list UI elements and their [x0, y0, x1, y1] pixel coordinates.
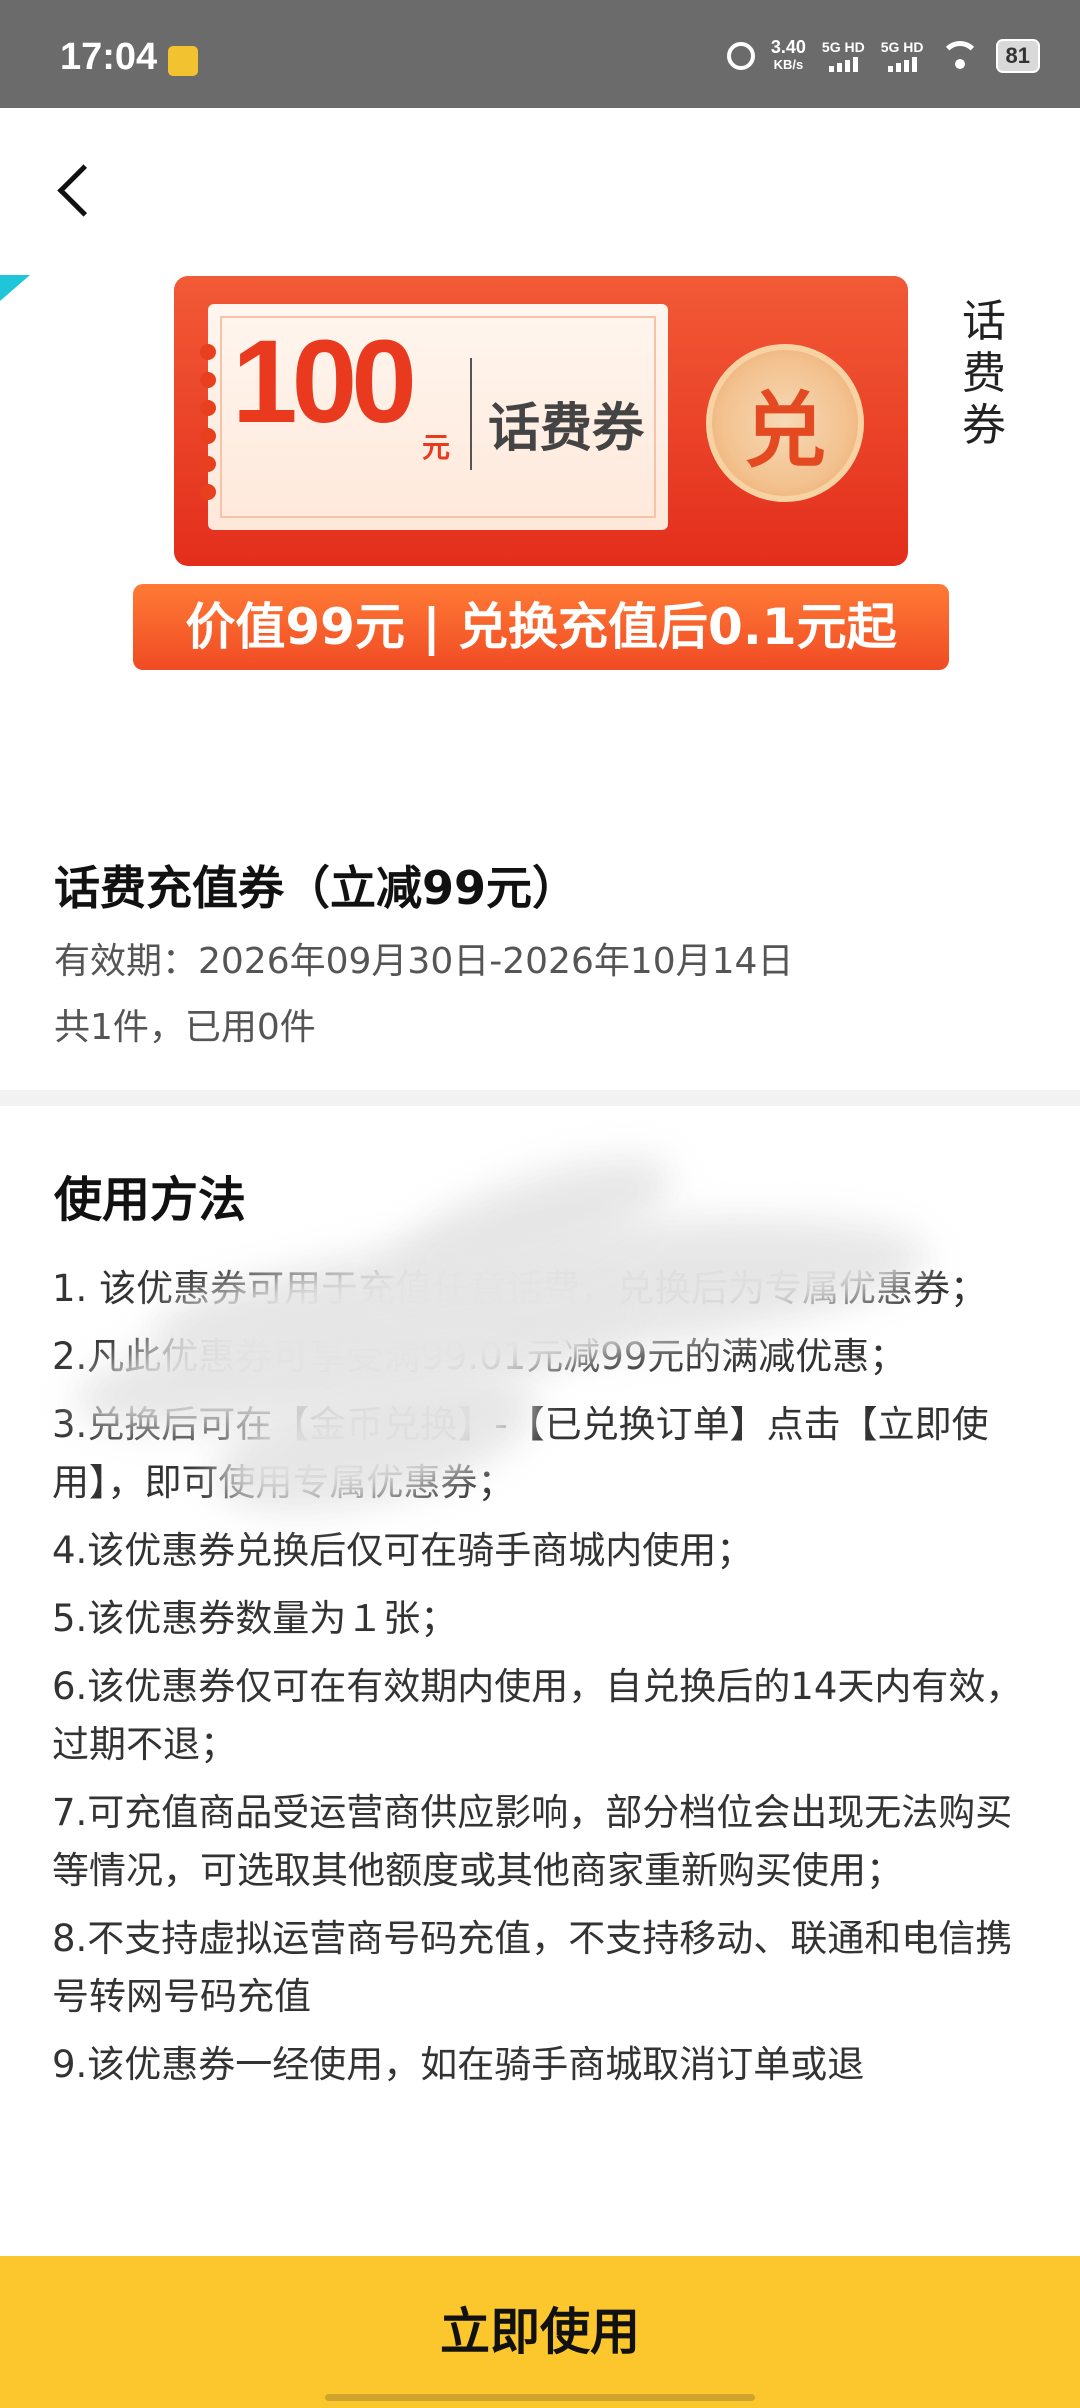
alarm-icon [726, 42, 755, 70]
coupon-name: 话费券 [488, 399, 645, 459]
coupon-amount-unit: 元 [422, 431, 451, 464]
network-speed: 3.40 KB/s [771, 38, 806, 74]
scroll-fade [0, 2210, 1080, 2258]
list-item: 7.可充值商品受运营商供应影响，部分档位会出现无法购买等情况，可选取其他额度或其… [52, 1791, 1013, 1892]
network-speed-value: 3.40 [770, 37, 806, 57]
status-bar: 17:04 3.40 KB/s 5G HD 5G HD 81 [0, 0, 1080, 108]
coupon-amount: 100 [232, 316, 417, 448]
list-item: 5.该优惠券数量为１张； [52, 1597, 458, 1640]
app-notification-icon [168, 46, 198, 76]
home-indicator[interactable] [325, 2394, 755, 2401]
coupon-image: 100 元 话费券 兑 [174, 276, 908, 566]
coupon-validity: 有效期：2026年09月30日-2026年10月14日 [54, 941, 794, 982]
use-now-button[interactable]: 立即使用 [0, 2256, 1080, 2408]
list-item: 9.该优惠券一经使用，如在骑手商城取消订单或退 [52, 2043, 865, 2086]
sim1-label: 5G HD [821, 39, 865, 55]
section-divider [0, 1090, 1080, 1106]
battery-icon: 81 [995, 39, 1040, 73]
decorative-corner [0, 275, 30, 301]
back-button[interactable] [55, 160, 95, 220]
coupon-divider [470, 358, 472, 470]
status-time: 17:04 [60, 36, 158, 78]
list-item: 4.该优惠券兑换后仅可在骑手商城内使用； [52, 1529, 754, 1572]
wifi-icon [939, 41, 980, 71]
instructions-title: 使用方法 [54, 1172, 247, 1228]
redeem-badge-text: 兑 [743, 383, 826, 479]
list-item: 6.该优惠券仅可在有效期内使用，自兑换后的14天内有效，过期不退； [52, 1665, 1023, 1766]
status-icons: 3.40 KB/s 5G HD 5G HD 81 [726, 36, 1040, 76]
network-speed-unit: KB/s [773, 57, 804, 72]
signal-icon: 5G HD [881, 40, 924, 72]
list-item: 8.不支持虚拟运营商号码充值，不支持移动、联通和电信携号转网号码充值 [52, 1917, 1013, 2018]
redeem-badge-icon: 兑 [706, 344, 864, 502]
value-banner: 价值99元 | 兑换充值后0.1元起 [133, 584, 949, 670]
coupon-usage-count: 共1件，已用0件 [54, 1007, 316, 1048]
coupon-side-label: 话费券 [962, 296, 1006, 451]
sim2-label: 5G HD [880, 39, 924, 55]
signal-icon: 5G HD [822, 40, 865, 72]
coupon-title: 话费充值券（立减99元） [54, 861, 579, 915]
